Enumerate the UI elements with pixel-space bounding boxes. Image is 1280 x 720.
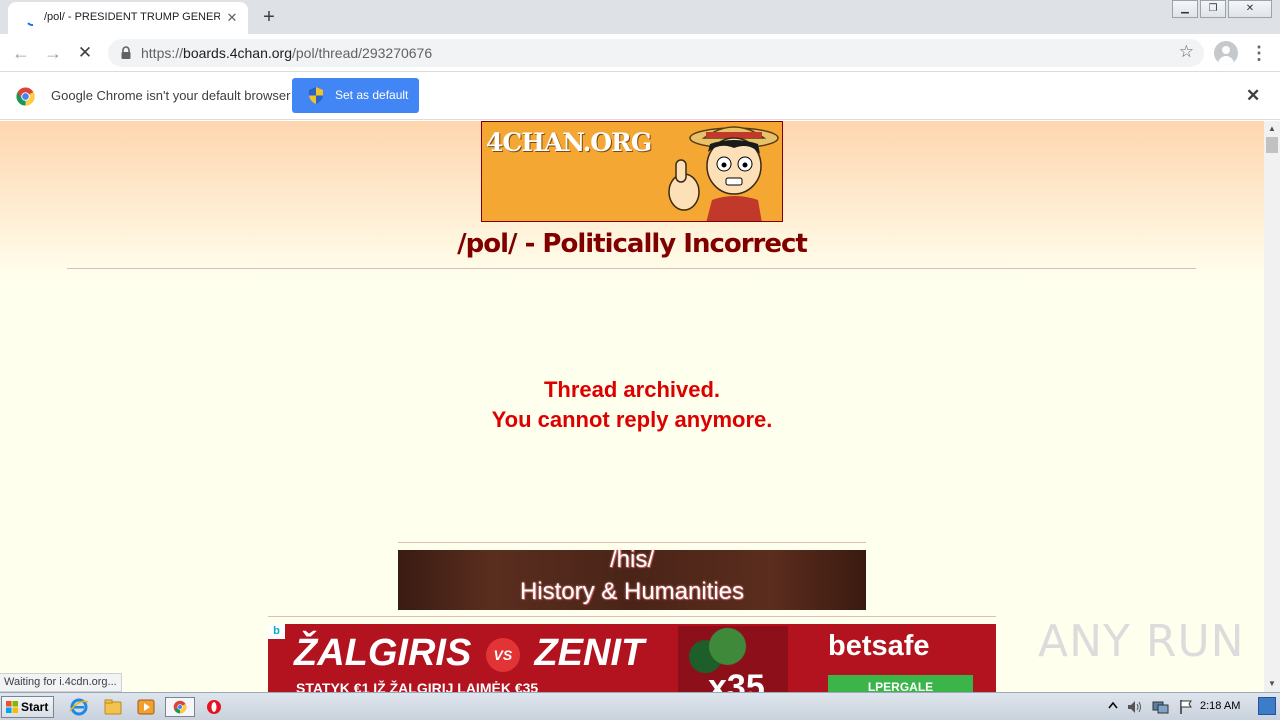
browser-toolbar: ← → ✕ https://boards.4chan.org/pol/threa… bbox=[0, 34, 1280, 72]
show-hidden-icons-icon[interactable] bbox=[1108, 700, 1118, 714]
close-window-button[interactable]: ✕ bbox=[1228, 0, 1272, 18]
restore-button[interactable]: ❐ bbox=[1200, 0, 1226, 18]
start-button[interactable]: Start bbox=[1, 696, 54, 718]
network-icon[interactable] bbox=[1151, 699, 1169, 715]
page-viewport: 4CHAN.ORG /pol/ - Politically Incorrect … bbox=[0, 121, 1264, 692]
ad-team-2: ZENIT bbox=[534, 632, 645, 674]
board-title: /pol/ - Politically Incorrect bbox=[457, 229, 808, 259]
url-path: /pol/thread/293270676 bbox=[292, 45, 433, 61]
url-scheme: https:// bbox=[141, 45, 184, 61]
banner-character-illustration bbox=[668, 126, 779, 221]
his-board-ad-banner[interactable]: /his/ History & Humanities bbox=[398, 546, 866, 610]
opera-icon[interactable] bbox=[203, 697, 225, 717]
ad-subtext: STATYK €1 IŽ ŽALGIRIJ LAIMĖK €35 bbox=[296, 680, 539, 692]
windows-taskbar: Start 2:18 AM bbox=[0, 692, 1280, 720]
chrome-menu-icon[interactable]: ⋮ bbox=[1249, 41, 1269, 65]
status-bubble: Waiting for i.4cdn.org... bbox=[0, 673, 122, 692]
set-as-default-label: Set as default bbox=[335, 88, 409, 102]
tab-strip: /pol/ - PRESIDENT TRUMP GENERAL ✕ + ▁ ❐ … bbox=[0, 0, 1280, 34]
ad-cta-button[interactable]: LPERGALE bbox=[828, 675, 973, 692]
minimize-button[interactable]: ▁ bbox=[1172, 0, 1198, 18]
url-text: https://boards.4chan.org/pol/thread/2932… bbox=[141, 45, 432, 61]
ad-brand-logo: betsafe bbox=[828, 630, 930, 662]
infobar-close-icon[interactable]: ✕ bbox=[1246, 86, 1260, 106]
start-label: Start bbox=[21, 700, 49, 714]
avatar-body bbox=[1218, 56, 1234, 65]
his-banner-title: History & Humanities bbox=[519, 578, 745, 605]
chrome-logo-icon bbox=[16, 87, 35, 106]
ad-vs-badge: VS bbox=[485, 637, 520, 672]
action-center-flag-icon[interactable] bbox=[1178, 699, 1194, 715]
infobar-message: Google Chrome isn't your default browser bbox=[51, 88, 291, 103]
archived-line-1: Thread archived. bbox=[543, 377, 721, 402]
ad-team-1: ŽALGIRIS bbox=[294, 632, 472, 674]
adchoices-icon[interactable]: b bbox=[268, 624, 285, 639]
bookmark-star-icon[interactable]: ☆ bbox=[1179, 42, 1194, 62]
ad-match-headline: ŽALGIRIS VS ZENIT bbox=[294, 632, 644, 675]
profile-avatar-icon[interactable] bbox=[1214, 41, 1238, 65]
divider bbox=[67, 268, 1196, 269]
window-controls: ▁ ❐ ✕ bbox=[1170, 0, 1272, 18]
media-player-icon[interactable] bbox=[135, 697, 157, 717]
betting-advertisement[interactable]: b ŽALGIRIS VS ZENIT STATYK €1 IŽ ŽALGIRI… bbox=[268, 624, 996, 692]
ad-multiplier: x35 bbox=[708, 668, 765, 692]
divider bbox=[398, 542, 866, 543]
stop-loading-icon[interactable]: ✕ bbox=[73, 41, 97, 65]
thread-archived-notice: Thread archived. You cannot reply anymor… bbox=[0, 375, 1264, 435]
divider bbox=[268, 616, 996, 617]
scrollbar-thumb[interactable] bbox=[1266, 137, 1278, 153]
banner-wordmark: 4CHAN.ORG bbox=[486, 128, 652, 157]
uac-shield-icon bbox=[309, 87, 323, 104]
lock-icon bbox=[121, 46, 131, 59]
tab-close-icon[interactable]: ✕ bbox=[224, 10, 240, 26]
loading-spinner-icon bbox=[27, 22, 34, 26]
address-bar[interactable]: https://boards.4chan.org/pol/thread/2932… bbox=[108, 39, 1204, 67]
tab-title: /pol/ - PRESIDENT TRUMP GENERAL bbox=[44, 11, 220, 23]
windows-flag-icon bbox=[6, 701, 18, 713]
file-explorer-icon[interactable] bbox=[102, 697, 124, 717]
taskbar-clock[interactable]: 2:18 AM bbox=[1200, 700, 1240, 712]
his-banner-board: /his/ bbox=[609, 546, 654, 573]
internet-explorer-icon[interactable] bbox=[68, 697, 90, 717]
page-scrollbar[interactable]: ▲ ▼ bbox=[1264, 121, 1280, 692]
forward-arrow-icon[interactable]: → bbox=[41, 41, 65, 65]
board-banner-image[interactable]: 4CHAN.ORG bbox=[481, 121, 783, 222]
scroll-down-arrow-icon[interactable]: ▼ bbox=[1264, 676, 1280, 692]
back-arrow-icon[interactable]: ← bbox=[9, 41, 33, 65]
avatar-head bbox=[1222, 46, 1230, 54]
default-browser-infobar: Google Chrome isn't your default browser… bbox=[0, 72, 1280, 120]
archived-line-2: You cannot reply anymore. bbox=[491, 407, 773, 432]
scroll-up-arrow-icon[interactable]: ▲ bbox=[1264, 121, 1280, 137]
url-host: boards.4chan.org bbox=[183, 45, 292, 61]
set-as-default-button[interactable]: Set as default bbox=[292, 78, 419, 113]
show-desktop-button[interactable] bbox=[1258, 697, 1276, 715]
volume-icon[interactable] bbox=[1126, 699, 1144, 715]
browser-tab[interactable]: /pol/ - PRESIDENT TRUMP GENERAL ✕ bbox=[8, 2, 248, 34]
new-tab-button[interactable]: + bbox=[258, 6, 280, 28]
chrome-taskbar-icon[interactable] bbox=[165, 697, 195, 717]
anyrun-watermark: ANY RUN bbox=[1038, 616, 1245, 667]
